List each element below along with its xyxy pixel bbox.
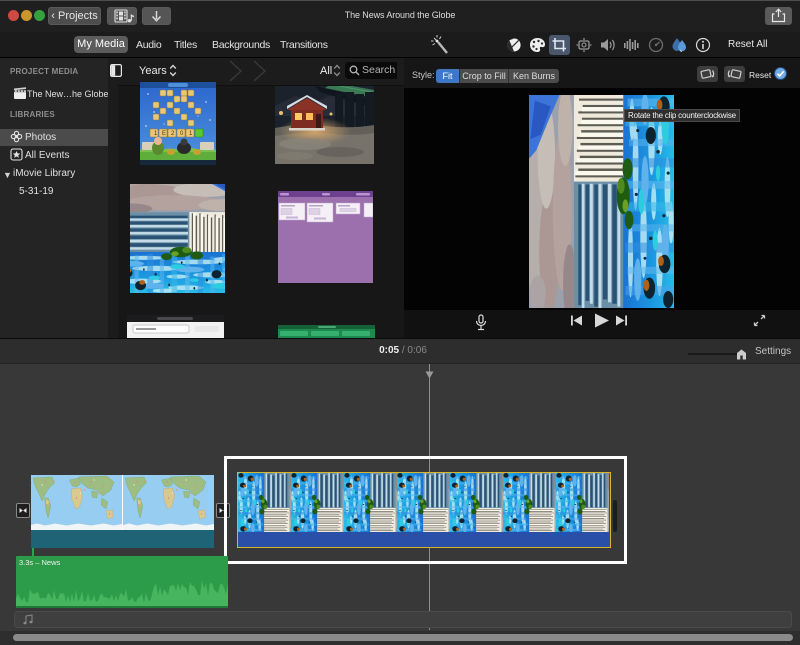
svg-text:E: E — [162, 131, 166, 137]
